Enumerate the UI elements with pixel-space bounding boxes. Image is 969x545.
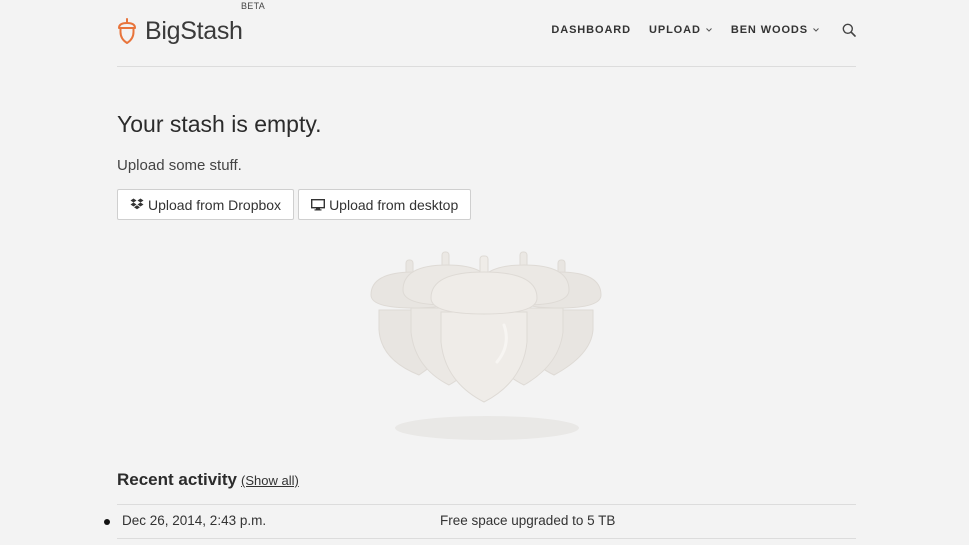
upload-desktop-button[interactable]: Upload from desktop (298, 189, 472, 220)
activity-list: Dec 26, 2014, 2:43 p.m. Free space upgra… (104, 504, 856, 539)
logo[interactable]: BigStash (117, 14, 243, 48)
recent-activity-title: Recent activity (117, 470, 237, 489)
acorns-illustration (370, 251, 602, 440)
page-title: Your stash is empty. (117, 111, 322, 137)
upload-desktop-label: Upload from desktop (329, 196, 459, 213)
monitor-icon (311, 198, 326, 210)
chevron-down-icon (705, 28, 712, 32)
upload-dropbox-label: Upload from Dropbox (148, 196, 282, 213)
nav-user-menu[interactable]: BEN WOODS (731, 22, 820, 38)
bullet-icon (104, 519, 110, 525)
show-all-link[interactable]: (Show all) (241, 473, 299, 488)
nav-upload-label: UPLOAD (648, 24, 701, 36)
acorn-logo-icon (118, 18, 136, 44)
search-icon[interactable] (842, 23, 856, 37)
nav-upload[interactable]: UPLOAD (649, 22, 713, 38)
recent-activity-header: Recent activity (Show all) (117, 470, 299, 490)
nav-dashboard-label: DASHBOARD (551, 24, 631, 36)
upload-dropbox-button[interactable]: Upload from Dropbox (117, 189, 295, 220)
header: BigStash BETA DASHBOARD UPLOAD BEN WOODS (117, 0, 856, 67)
page-subtitle: Upload some stuff. (117, 157, 242, 174)
activity-description: Free space upgraded to 5 TB (440, 513, 616, 528)
activity-date: Dec 26, 2014, 2:43 p.m. (122, 513, 267, 528)
page-container: BigStash BETA DASHBOARD UPLOAD BEN WOODS (104, 0, 856, 545)
main-nav: DASHBOARD UPLOAD BEN WOODS (551, 22, 856, 38)
chevron-down-icon (813, 28, 819, 32)
brand-name: BigStash (145, 16, 243, 45)
dropbox-icon (130, 198, 144, 210)
beta-badge: BETA (241, 1, 266, 11)
nav-dashboard[interactable]: DASHBOARD (551, 22, 631, 38)
nav-user-label: BEN WOODS (730, 24, 808, 36)
upload-buttons: Upload from Dropbox Upload from desktop (117, 189, 475, 220)
activity-row: Dec 26, 2014, 2:43 p.m. Free space upgra… (104, 505, 856, 539)
